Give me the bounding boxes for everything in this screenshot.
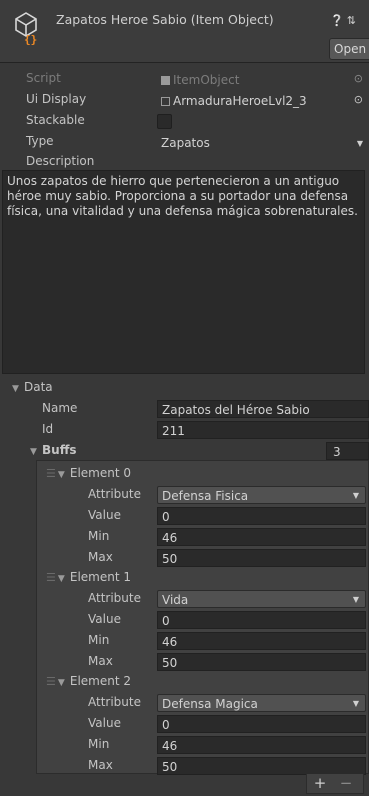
script-value: ItemObject [173, 73, 240, 87]
value-input[interactable]: 0 [157, 611, 366, 629]
drag-handle-icon[interactable]: ☰ [46, 675, 56, 688]
min-input[interactable]: 46 [157, 632, 366, 650]
attribute-dropdown[interactable]: Defensa Magica ▼ [157, 694, 366, 712]
data-label: Data [24, 380, 53, 394]
ui-display-field[interactable]: ArmaduraHeroeLvl2_3 ⊙ [157, 92, 369, 110]
svg-text:{}: {} [24, 33, 37, 46]
ui-display-label: Ui Display [26, 92, 87, 106]
element-2-label: Element 2 [69, 674, 132, 688]
stackable-label: Stackable [26, 113, 85, 127]
id-label: Id [42, 422, 54, 436]
attribute-value: Defensa Magica [162, 697, 258, 711]
foldout-arrow-icon: ▼ [30, 447, 37, 457]
min-label: Min [88, 737, 110, 751]
object-picker-icon: ⊙ [353, 72, 363, 85]
script-label: Script [26, 71, 61, 85]
max-label: Max [88, 550, 113, 564]
foldout-arrow-icon: ▼ [12, 384, 19, 394]
attribute-dropdown[interactable]: Defensa Fisica ▼ [157, 486, 366, 504]
value-label: Value [88, 612, 121, 626]
dropdown-arrow-icon: ▼ [356, 139, 363, 148]
min-label: Min [88, 633, 110, 647]
attribute-label: Attribute [88, 487, 141, 501]
element-1-foldout[interactable]: ☰ ▼ Element 1 [46, 570, 131, 584]
element-2-foldout[interactable]: ☰ ▼ Element 2 [46, 674, 131, 688]
value-label: Value [88, 508, 121, 522]
min-input[interactable]: 46 [157, 528, 366, 546]
max-label: Max [88, 758, 113, 772]
scriptable-object-icon: {} [15, 12, 37, 46]
value-input[interactable]: 0 [157, 715, 366, 733]
foldout-arrow-icon: ▼ [57, 470, 65, 480]
element-1-label: Element 1 [69, 570, 132, 584]
type-value: Zapatos [161, 136, 210, 150]
min-input[interactable]: 46 [157, 736, 366, 754]
attribute-label: Attribute [88, 695, 141, 709]
buffs-foldout[interactable]: ▼ Buffs [30, 443, 77, 457]
help-icon[interactable]: ❔ [330, 14, 347, 27]
attribute-dropdown[interactable]: Vida ▼ [157, 590, 366, 608]
element-0-foldout[interactable]: ☰ ▼ Element 0 [46, 466, 131, 480]
element-0-label: Element 0 [69, 466, 132, 480]
id-input[interactable]: 211 [157, 421, 369, 439]
name-label: Name [42, 401, 78, 415]
ui-display-value: ArmaduraHeroeLvl2_3 [173, 94, 307, 108]
max-input[interactable]: 50 [157, 549, 366, 567]
min-label: Min [88, 529, 110, 543]
sprite-icon [161, 97, 170, 106]
open-button[interactable]: Open [329, 38, 369, 60]
buffs-size-input[interactable]: 3 [326, 442, 369, 460]
description-label: Description [26, 154, 95, 168]
foldout-arrow-icon: ▼ [57, 574, 65, 584]
attribute-label: Attribute [88, 591, 141, 605]
script-file-icon [161, 76, 170, 85]
drag-handle-icon[interactable]: ☰ [46, 467, 56, 480]
preset-icon[interactable]: ⇅ [347, 14, 359, 27]
script-field: ItemObject ⊙ [157, 71, 369, 89]
foldout-arrow-icon: ▼ [57, 678, 65, 688]
stackable-checkbox[interactable] [157, 114, 172, 129]
dropdown-arrow-icon: ▼ [352, 699, 359, 708]
inspector-header: {} Zapatos Heroe Sabio (Item Object) ❔⇅ … [0, 0, 369, 63]
buffs-label: Buffs [42, 443, 77, 457]
remove-element-button[interactable]: − [333, 774, 359, 792]
name-input[interactable]: Zapatos del Héroe Sabio [157, 400, 369, 418]
max-input[interactable]: 50 [157, 757, 366, 775]
asset-title: Zapatos Heroe Sabio (Item Object) [56, 12, 274, 27]
dropdown-arrow-icon: ▼ [352, 491, 359, 500]
object-picker-icon[interactable]: ⊙ [354, 92, 363, 109]
attribute-value: Defensa Fisica [162, 489, 249, 503]
add-element-button[interactable]: + [307, 774, 333, 792]
type-dropdown[interactable]: Zapatos ▼ [157, 134, 369, 152]
type-label: Type [26, 134, 54, 148]
list-footer: + − [306, 774, 364, 794]
description-textarea[interactable]: Unos zapatos de hierro que pertenecieron… [2, 170, 365, 374]
dropdown-arrow-icon: ▼ [352, 595, 359, 604]
header-tools[interactable]: ❔⇅ [330, 14, 359, 27]
value-input[interactable]: 0 [157, 507, 366, 525]
data-foldout[interactable]: ▼ Data [12, 380, 53, 394]
max-label: Max [88, 654, 113, 668]
value-label: Value [88, 716, 121, 730]
max-input[interactable]: 50 [157, 653, 366, 671]
attribute-value: Vida [162, 593, 189, 607]
drag-handle-icon[interactable]: ☰ [46, 571, 56, 584]
